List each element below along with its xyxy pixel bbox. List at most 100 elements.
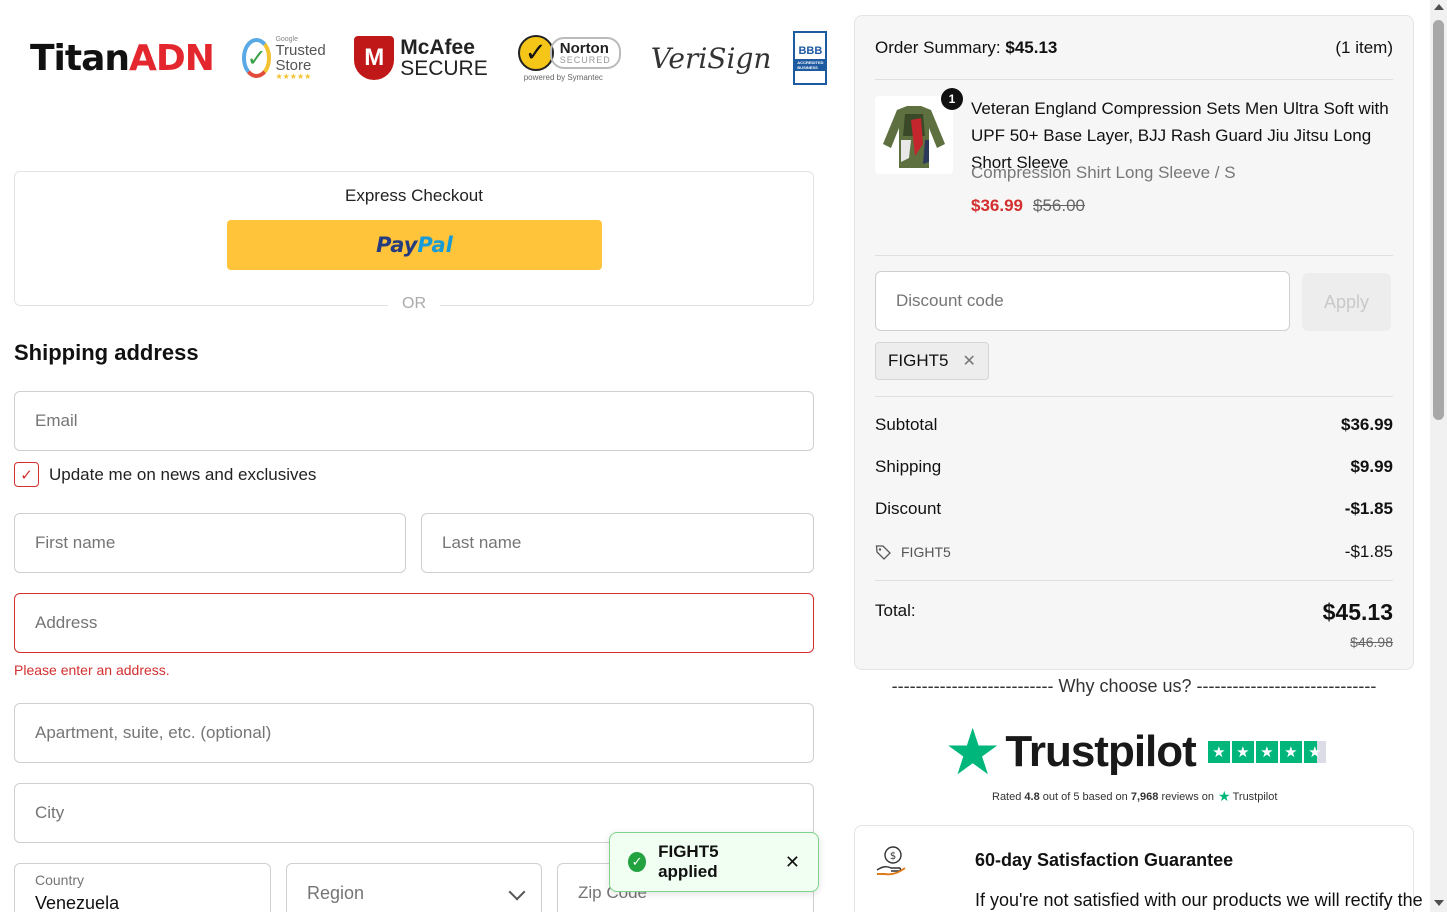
mcafee-label: McAfee (400, 36, 475, 59)
country-label: Country (35, 872, 85, 888)
norton-label: Norton (559, 39, 609, 57)
why-choose-us-heading: --------------------------- Why choose u… (891, 676, 1377, 696)
apartment-field[interactable] (15, 704, 813, 762)
discount-code-value: -$1.85 (1344, 542, 1393, 561)
trustpilot-wordmark: Trustpilot (1005, 727, 1196, 776)
google-trusted-store-badge: ✓ Google Trusted Store ★★★★★ (241, 36, 336, 81)
region-select[interactable]: Region (286, 863, 542, 912)
product-variant: Compression Shirt Long Sleeve / S (971, 163, 1236, 182)
trust-logos: TitanADN ✓ Google Trusted Store ★★★★★ M … (30, 22, 828, 94)
apply-discount-button[interactable]: Apply (1302, 273, 1391, 331)
mcafee-shield-icon: M (354, 36, 395, 80)
trustpilot-logo[interactable]: ★ Trustpilot ★ ★ ★ ★ ★ (944, 720, 1328, 784)
shipping-address-title: Shipping address (14, 340, 199, 365)
mcafee-secure-badge: M McAfee SECURE (354, 36, 488, 80)
subtotal-row: Subtotal $36.99 (875, 415, 1393, 435)
product-image (875, 96, 953, 174)
toast-close-button[interactable]: ✕ (785, 852, 800, 873)
country-select[interactable]: Country Venezuela (14, 863, 271, 912)
region-placeholder: Region (307, 883, 365, 903)
success-check-icon: ✓ (628, 852, 647, 872)
norton-secured-badge: ✓ Norton SECURED powered by Symantec (517, 34, 621, 82)
newsletter-checkbox-row[interactable]: ✓ Update me on news and exclusives (14, 462, 316, 487)
trustpilot-rating-text: Rated 4.8 out of 5 based on 7,968 review… (992, 788, 1277, 805)
paypal-pal-text: Pal (417, 233, 453, 257)
svg-text:$: $ (890, 851, 896, 862)
or-divider: OR (14, 295, 814, 313)
applied-discount-tag: FIGHT5 ✕ (875, 342, 989, 380)
guarantee-text: If you're not satisfied with our product… (975, 890, 1423, 910)
discount-code-label: FIGHT5 (901, 544, 951, 560)
trusted-store-label: Trusted Store (275, 41, 326, 74)
discount-code-field[interactable] (876, 272, 1289, 330)
first-name-field[interactable] (15, 514, 405, 572)
order-summary-panel: Order Summary: $45.13 (1 item) 1 Veteran… (854, 15, 1414, 670)
half-star-icon: ★ (1303, 741, 1326, 763)
titanadn-logo[interactable]: TitanADN (30, 37, 215, 79)
discount-code-row: FIGHT5 -$1.85 (875, 542, 1393, 562)
address-wrapper (14, 593, 814, 653)
scrollbar-thumb[interactable] (1433, 20, 1444, 420)
norton-check-icon: ✓ (517, 34, 554, 71)
subtotal-value: $36.99 (1341, 415, 1393, 434)
trustpilot-stars: ★ ★ ★ ★ ★ (1207, 741, 1328, 763)
divider (875, 255, 1393, 256)
address-field[interactable] (15, 594, 813, 652)
bbb-label: BBB (798, 45, 823, 57)
star-icon: ★ (1279, 741, 1302, 763)
trustpilot-small-wordmark: Trustpilot (1232, 790, 1278, 803)
scroll-up-arrow-icon[interactable] (1434, 4, 1444, 10)
rated-prefix: Rated (992, 790, 1022, 803)
shipping-row: Shipping $9.99 (875, 457, 1393, 477)
paypal-pay-text: Pay (376, 233, 418, 257)
product-price-row: $36.99 $56.00 (971, 196, 1085, 216)
trustpilot-small-star-icon: ★ (1218, 788, 1231, 804)
country-value: Venezuela (35, 893, 120, 912)
divider (875, 396, 1393, 397)
toast-message: FIGHT5 applied (658, 842, 719, 881)
apartment-wrapper (14, 703, 814, 763)
newsletter-label: Update me on news and exclusives (49, 464, 317, 484)
applied-discount-code: FIGHT5 (888, 351, 949, 370)
order-summary-header: Order Summary: $45.13 (1 item) (875, 38, 1393, 58)
or-label: OR (388, 295, 440, 312)
address-error-message: Please enter an address. (14, 662, 170, 678)
paypal-button[interactable]: Pay Pal (227, 220, 602, 270)
first-name-wrapper (14, 513, 406, 573)
rated-suffix: reviews on (1161, 790, 1215, 803)
mcafee-secure-label: SECURE (400, 57, 488, 80)
trusted-store-stars: ★★★★★ (275, 71, 312, 81)
guarantee-card: $ 60-day Satisfaction Guarantee If you'r… (854, 825, 1423, 912)
discount-applied-toast: ✓ FIGHT5 applied ✕ (609, 832, 819, 892)
product-compare-price: $56.00 (1033, 196, 1085, 215)
star-icon: ★ (1231, 741, 1254, 763)
check-icon: ✓ (241, 38, 272, 78)
subtotal-label: Subtotal (875, 415, 938, 434)
total-value: $45.13 (1322, 599, 1393, 625)
guarantee-title: 60-day Satisfaction Guarantee (975, 850, 1234, 870)
express-checkout-panel: Express Checkout Pay Pal (14, 171, 814, 306)
email-field[interactable] (15, 392, 813, 450)
chevron-down-icon (508, 883, 526, 901)
remove-discount-icon[interactable]: ✕ (962, 351, 975, 371)
adn-logo-text: ADN (129, 37, 215, 79)
scroll-down-arrow-icon[interactable] (1434, 900, 1444, 906)
compression-shirt-icon (875, 96, 953, 174)
rating-value: 4.8 (1024, 790, 1040, 803)
shipping-label: Shipping (875, 457, 942, 476)
page-scrollbar[interactable] (1430, 0, 1447, 912)
last-name-wrapper (421, 513, 814, 573)
last-name-field[interactable] (422, 514, 813, 572)
divider (875, 580, 1393, 581)
order-item-count: (1 item) (1335, 38, 1393, 57)
norton-powered-by: powered by Symantec (523, 72, 603, 82)
norton-secured-label: SECURED (559, 54, 611, 65)
star-icon: ★ (1255, 741, 1278, 763)
discount-value: -$1.85 (1344, 499, 1393, 518)
newsletter-checkbox[interactable]: ✓ (14, 462, 39, 487)
rated-mid: out of 5 based on (1042, 790, 1128, 803)
bbb-caption: ACCREDITED BUSINESS (795, 59, 826, 71)
money-hand-icon: $ (876, 846, 906, 876)
discount-row: Discount -$1.85 (875, 499, 1393, 519)
email-field-wrapper (14, 391, 814, 451)
